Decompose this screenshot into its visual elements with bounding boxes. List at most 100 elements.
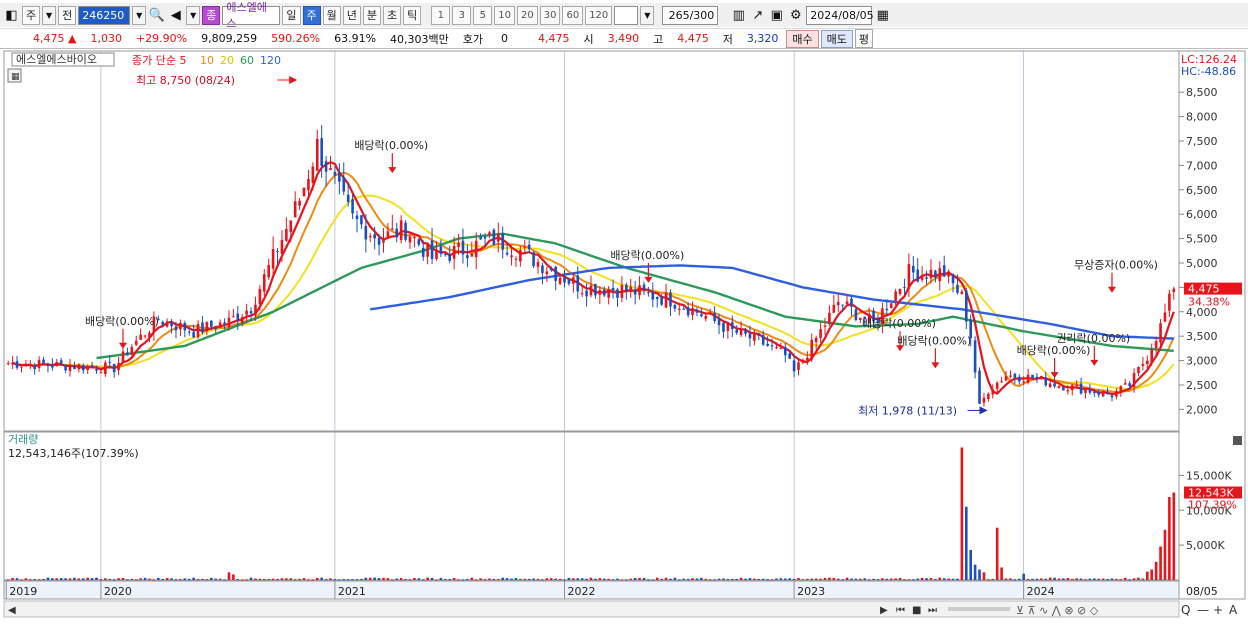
volume-bar bbox=[205, 579, 209, 581]
eval-button[interactable]: 평 bbox=[854, 29, 874, 48]
candle-body bbox=[165, 321, 169, 327]
high-price: 4,475 bbox=[677, 32, 709, 45]
volume-bar bbox=[59, 578, 63, 580]
code-dropdown-icon[interactable]: ▼ bbox=[132, 5, 147, 25]
gear-icon[interactable]: ⚙ bbox=[787, 8, 804, 23]
interval-input[interactable] bbox=[614, 5, 639, 25]
period-day[interactable]: 일 bbox=[282, 5, 301, 25]
interval-10[interactable]: 10 bbox=[494, 5, 515, 25]
volume-bar bbox=[713, 579, 716, 581]
candle-body bbox=[280, 239, 284, 254]
buy-button[interactable]: 매수 bbox=[786, 29, 819, 48]
chart-area[interactable]: 2,0002,5003,0003,5004,0004,5005,0005,500… bbox=[0, 50, 1248, 621]
stock-chart[interactable]: 2,0002,5003,0003,5004,0004,5005,0005,500… bbox=[0, 50, 1248, 621]
market-select[interactable]: 주 bbox=[22, 5, 41, 25]
volume-bar bbox=[1110, 578, 1114, 580]
candle-body bbox=[395, 228, 399, 238]
scroll-left-icon[interactable]: ◀ bbox=[8, 605, 16, 616]
volume-bar bbox=[841, 579, 844, 581]
interval-20[interactable]: 20 bbox=[516, 5, 538, 25]
rewind-icon[interactable]: ⏮ bbox=[896, 605, 905, 616]
vol-tick-label: 15,000K bbox=[1186, 469, 1232, 482]
volume-bar bbox=[594, 578, 597, 580]
volume-bar bbox=[969, 550, 972, 580]
stock-code-input[interactable]: 246250 bbox=[78, 5, 131, 25]
price-pane[interactable] bbox=[3, 50, 1180, 432]
table-icon-glyph: ▦ bbox=[11, 72, 20, 82]
period-minute[interactable]: 분 bbox=[362, 5, 381, 25]
candle-body bbox=[307, 179, 310, 191]
speaker-dropdown-icon[interactable]: ▼ bbox=[186, 5, 201, 25]
period-year[interactable]: 년 bbox=[342, 5, 361, 25]
volume-bar bbox=[174, 579, 178, 581]
legend-ma60: 60 bbox=[240, 54, 254, 67]
window-icon[interactable]: ◧ bbox=[3, 8, 20, 23]
interval-1[interactable]: 1 bbox=[431, 5, 451, 25]
forward-icon[interactable]: ⏭ bbox=[928, 605, 937, 616]
candle-body bbox=[329, 168, 332, 170]
volume-bar bbox=[744, 578, 747, 580]
volume-bar bbox=[479, 578, 482, 580]
volume-bar bbox=[682, 578, 686, 580]
volume-bar bbox=[404, 579, 407, 581]
close-pane-icon[interactable] bbox=[1233, 436, 1242, 445]
prev-button[interactable]: 전 bbox=[58, 5, 77, 25]
speaker-icon[interactable]: ◀ bbox=[167, 8, 184, 23]
candle-body bbox=[170, 321, 173, 327]
volume-bar bbox=[1048, 577, 1052, 580]
zoom-q-button[interactable]: Q bbox=[1181, 603, 1190, 617]
period-second[interactable]: 초 bbox=[383, 5, 402, 25]
volume-bar bbox=[801, 579, 805, 581]
scroll-right-icon[interactable]: ▶ bbox=[880, 605, 888, 616]
volume-bar bbox=[956, 578, 959, 580]
search-icon[interactable]: 🔍 bbox=[148, 8, 165, 23]
draw-tool-icon[interactable]: ↗ bbox=[749, 8, 766, 23]
candle-body bbox=[6, 363, 10, 365]
candle-body bbox=[51, 364, 54, 368]
volume-bar bbox=[426, 577, 429, 580]
volume-bar bbox=[814, 578, 818, 580]
date-input[interactable]: 2024/08/05 bbox=[806, 5, 874, 25]
drawing-tools-icon[interactable]: ⊻ ⊼ ∿ ⋀ ⊗ ⊘ ◇ bbox=[1016, 604, 1099, 617]
zoom-slider[interactable] bbox=[948, 607, 1010, 611]
candle-body bbox=[1000, 381, 1003, 383]
market-dropdown-icon[interactable]: ▼ bbox=[42, 5, 57, 25]
candle-body bbox=[15, 361, 19, 368]
candle-body bbox=[262, 274, 266, 292]
volume-bar bbox=[894, 578, 897, 580]
volume-bar bbox=[117, 578, 120, 580]
volume-bar bbox=[267, 578, 270, 580]
interval-5[interactable]: 5 bbox=[473, 5, 493, 25]
save-icon[interactable]: ▣ bbox=[768, 8, 785, 23]
candle-body bbox=[130, 346, 134, 355]
interval-3[interactable]: 3 bbox=[452, 5, 472, 25]
volume-bar bbox=[307, 579, 310, 581]
stop-icon[interactable]: ■ bbox=[912, 605, 921, 616]
interval-30[interactable]: 30 bbox=[539, 5, 561, 25]
zoom-out-button[interactable]: — bbox=[1197, 603, 1209, 617]
period-tick[interactable]: 틱 bbox=[403, 5, 422, 25]
sell-button[interactable]: 매도 bbox=[820, 29, 853, 48]
volume-bar bbox=[11, 577, 14, 580]
candle-body bbox=[417, 239, 421, 245]
auto-button[interactable]: A bbox=[1229, 603, 1238, 617]
candle-body bbox=[289, 220, 293, 232]
candle-type-icon[interactable]: ▥ bbox=[730, 8, 747, 23]
volume-bar bbox=[748, 578, 752, 580]
volume-pane[interactable] bbox=[3, 431, 1180, 581]
interval-60[interactable]: 60 bbox=[562, 5, 584, 25]
count-input[interactable]: 265/300 bbox=[662, 5, 719, 25]
volume-bar bbox=[616, 578, 619, 580]
volume-bar bbox=[916, 578, 920, 580]
volume-bar bbox=[1017, 578, 1021, 580]
volume-bar bbox=[90, 578, 94, 580]
hoga-price: 4,475 bbox=[538, 32, 570, 45]
period-week[interactable]: 주 bbox=[302, 5, 321, 25]
interval-120[interactable]: 120 bbox=[585, 5, 613, 25]
calendar-icon[interactable]: ▦ bbox=[874, 8, 891, 23]
interval-dropdown-icon[interactable]: ▼ bbox=[640, 5, 655, 25]
zoom-in-button[interactable]: + bbox=[1213, 603, 1223, 617]
candle-body bbox=[956, 284, 959, 293]
candle-body bbox=[907, 264, 911, 289]
period-month[interactable]: 월 bbox=[322, 5, 341, 25]
